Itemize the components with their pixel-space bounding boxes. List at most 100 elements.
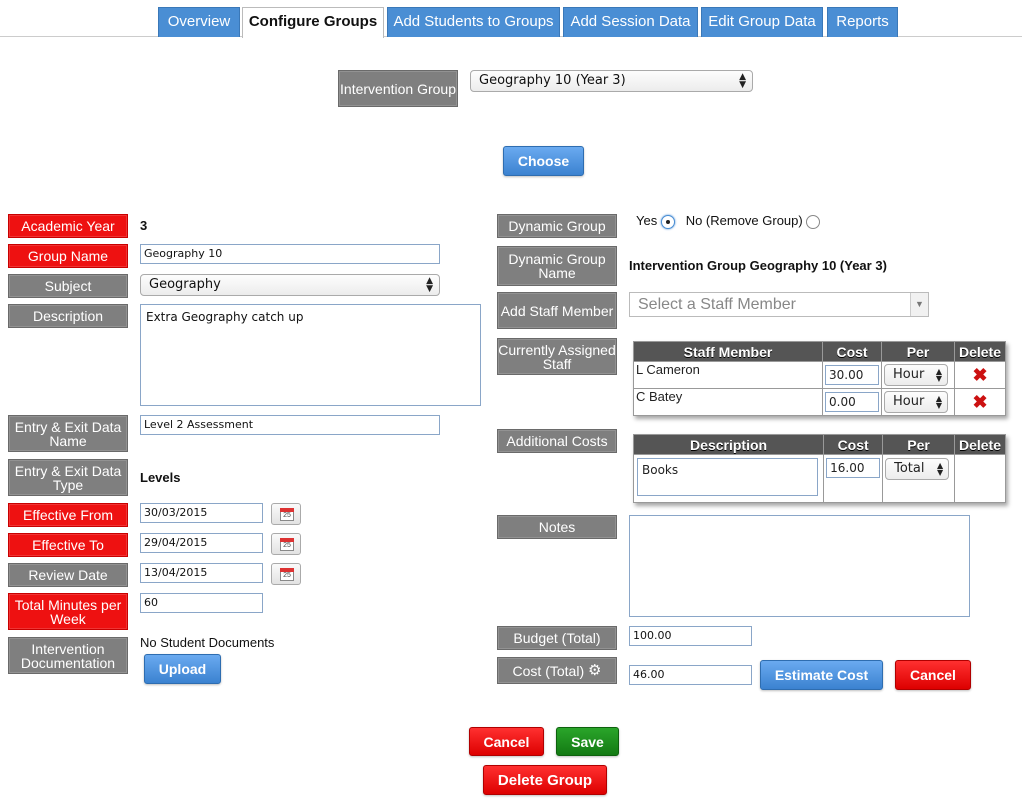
dynamic-group-name-label: Dynamic Group Name — [497, 246, 617, 286]
effective-to-input[interactable]: 29/04/2015 — [140, 533, 263, 553]
costs-table-wrap: Description Cost Per Delete Books 16.00 … — [632, 434, 1007, 503]
table-row: L Cameron 30.00 Hour ▲ ▼ ✖ — [632, 361, 1007, 389]
description-label: Description — [8, 304, 128, 328]
academic-year-label: Academic Year — [8, 214, 128, 238]
table-row: Books 16.00 Total ▲ ▼ — [632, 454, 1007, 503]
group-name-input[interactable]: Geography 10 — [140, 244, 440, 264]
table-row: C Batey 0.00 Hour ▲ ▼ ✖ — [632, 388, 1007, 416]
review-date-input[interactable]: 13/04/2015 — [140, 563, 263, 583]
calendar-day: 25 — [280, 538, 294, 551]
description-textarea[interactable]: Extra Geography catch up — [140, 304, 481, 406]
add-staff-placeholder: Select a Staff Member — [638, 296, 796, 313]
no-label: No (Remove Group) — [685, 213, 803, 228]
intervention-group-label: Intervention Group — [338, 70, 458, 107]
select-arrows-icon: ▲ ▼ — [936, 461, 944, 477]
tab-add-students[interactable]: Add Students to Groups — [387, 7, 560, 37]
staff-name: L Cameron — [632, 361, 824, 389]
tab-configure-groups[interactable]: Configure Groups — [242, 7, 384, 38]
select-arrows-icon: ▲ ▼ — [426, 276, 433, 294]
subject-select[interactable]: Geography ▲ ▼ — [140, 274, 440, 296]
staff-cost-input[interactable]: 30.00 — [825, 365, 880, 385]
assigned-staff-label: Currently Assigned Staff — [497, 338, 617, 375]
estimate-cost-button[interactable]: Estimate Cost — [760, 660, 883, 690]
save-button[interactable]: Save — [556, 727, 619, 756]
costs-table: Description Cost Per Delete Books 16.00 … — [632, 434, 1007, 503]
dynamic-group-name-value: Intervention Group Geography 10 (Year 3) — [629, 258, 887, 273]
no-documents-text: No Student Documents — [140, 635, 275, 650]
costs-header-per: Per — [882, 434, 955, 455]
intervention-group-value: Geography 10 (Year 3) — [479, 73, 626, 88]
subject-value: Geography — [149, 277, 221, 292]
calendar-icon[interactable]: 25 — [271, 563, 301, 585]
staff-per-select[interactable]: Hour ▲ ▼ — [884, 364, 949, 386]
staff-table-wrap: Staff Member Cost Per Delete L Cameron 3… — [632, 341, 1007, 416]
staff-header-member: Staff Member — [632, 341, 824, 362]
dynamic-group-label: Dynamic Group — [497, 214, 617, 238]
costs-header-cost: Cost — [823, 434, 884, 455]
staff-per-select[interactable]: Hour ▲ ▼ — [884, 391, 949, 413]
entry-exit-name-input[interactable]: Level 2 Assessment — [140, 415, 440, 435]
effective-to-label: Effective To — [8, 533, 128, 557]
entry-exit-name-label: Entry & Exit Data Name — [8, 415, 128, 452]
select-arrows-icon: ▲ ▼ — [739, 72, 746, 90]
choose-button[interactable]: Choose — [503, 146, 584, 176]
entry-exit-type-label: Entry & Exit Data Type — [8, 459, 128, 496]
delete-icon[interactable]: ✖ — [972, 365, 987, 385]
staff-table: Staff Member Cost Per Delete L Cameron 3… — [632, 341, 1007, 416]
cost-total-text: Cost (Total) — [512, 662, 585, 679]
cost-per-select[interactable]: Total ▲ ▼ — [885, 458, 950, 480]
cost-amount-input[interactable]: 16.00 — [826, 458, 881, 478]
budget-input[interactable]: 100.00 — [629, 626, 752, 646]
tab-overview[interactable]: Overview — [158, 7, 240, 37]
select-arrows-icon: ▲ ▼ — [935, 394, 943, 410]
staff-cost-input[interactable]: 0.00 — [825, 392, 880, 412]
gear-icon[interactable]: ⚙ — [588, 663, 601, 678]
additional-costs-label: Additional Costs — [497, 429, 617, 453]
group-name-label: Group Name — [8, 244, 128, 268]
select-arrows-icon: ▲ ▼ — [935, 367, 943, 383]
yes-radio[interactable] — [660, 214, 675, 229]
notes-label: Notes — [497, 515, 617, 539]
calendar-icon[interactable]: 25 — [271, 503, 301, 525]
intervention-group-select[interactable]: Geography 10 (Year 3) ▲ ▼ — [470, 70, 753, 92]
calendar-day: 25 — [280, 508, 294, 521]
upload-button[interactable]: Upload — [144, 654, 221, 684]
entry-exit-type-value: Levels — [140, 470, 181, 485]
cost-cancel-button[interactable]: Cancel — [895, 660, 971, 690]
yes-label: Yes — [636, 213, 658, 228]
staff-header-cost: Cost — [822, 341, 883, 362]
effective-from-label: Effective From — [8, 503, 128, 527]
review-date-label: Review Date — [8, 563, 128, 587]
delete-group-button[interactable]: Delete Group — [483, 765, 607, 795]
calendar-icon[interactable]: 25 — [271, 533, 301, 555]
cost-total-label: Cost (Total) ⚙ — [497, 657, 617, 684]
cost-total-input[interactable]: 46.00 — [629, 665, 752, 685]
tab-add-session-data[interactable]: Add Session Data — [563, 7, 698, 37]
tab-edit-group-data[interactable]: Edit Group Data — [701, 7, 823, 37]
staff-name: C Batey — [632, 388, 824, 416]
tab-reports[interactable]: Reports — [827, 7, 898, 37]
dropdown-arrow-icon: ▼ — [910, 293, 928, 316]
cost-description-textarea[interactable]: Books — [637, 458, 818, 496]
notes-textarea[interactable] — [629, 515, 970, 617]
cancel-button[interactable]: Cancel — [469, 727, 544, 756]
dynamic-group-radios: Yes No (Remove Group) — [636, 213, 821, 229]
staff-header-per: Per — [881, 341, 955, 362]
calendar-day: 25 — [280, 568, 294, 581]
no-radio[interactable] — [806, 214, 821, 229]
staff-header-delete: Delete — [953, 341, 1007, 362]
subject-label: Subject — [8, 274, 128, 298]
academic-year-value: 3 — [140, 218, 148, 233]
costs-header-delete: Delete — [953, 434, 1007, 455]
staff-per-value: Hour — [893, 394, 925, 409]
add-staff-select[interactable]: Select a Staff Member ▼ — [629, 292, 929, 317]
costs-header-description: Description — [632, 434, 825, 455]
budget-label: Budget (Total) — [497, 626, 617, 650]
staff-per-value: Hour — [893, 367, 925, 382]
intervention-documentation-label: Intervention Documentation — [8, 637, 128, 674]
delete-icon[interactable]: ✖ — [972, 392, 987, 412]
effective-from-input[interactable]: 30/03/2015 — [140, 503, 263, 523]
add-staff-label: Add Staff Member — [497, 292, 617, 329]
cost-per-value: Total — [894, 461, 925, 476]
total-minutes-input[interactable]: 60 — [140, 593, 263, 613]
